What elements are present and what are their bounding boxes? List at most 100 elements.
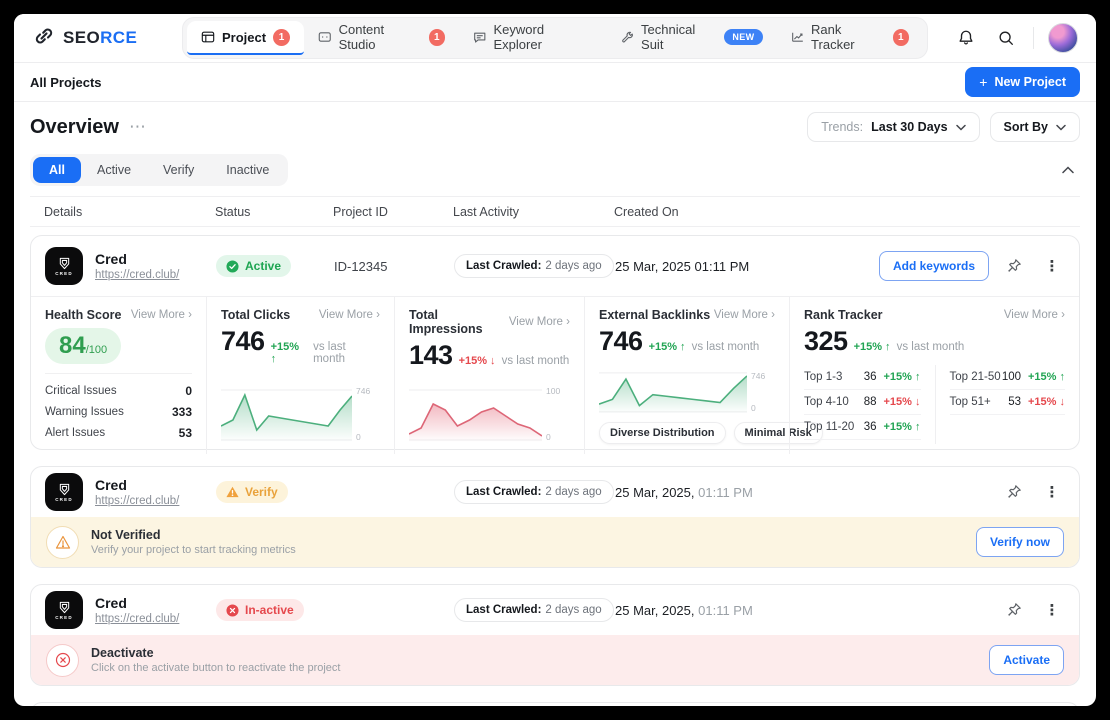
banner-subtitle: Click on the activate button to reactiva… (91, 662, 340, 674)
pin-icon[interactable] (1001, 597, 1027, 623)
project-card-verify: CRED Cred https://cred.club/ Verify Last… (30, 466, 1080, 568)
check-circle-icon (226, 260, 239, 273)
pin-icon[interactable] (1001, 253, 1027, 279)
project-name: Cred (95, 251, 179, 269)
table-header: Details Status Project ID Last Activity … (30, 196, 1080, 227)
banner-title: Deactivate (91, 646, 340, 660)
brand-logo[interactable]: SEORCE (32, 24, 182, 53)
project-name: Cred (95, 477, 179, 495)
rank-tracker-icon (791, 30, 805, 44)
sort-by-dropdown[interactable]: Sort By (990, 112, 1080, 142)
tag-diverse-distribution: Diverse Distribution (599, 422, 726, 444)
project-icon (201, 30, 215, 44)
view-more-link[interactable]: View More › (714, 309, 775, 321)
table-row: CRED Cred https://cred.club/ Verify Last… (31, 467, 1079, 517)
rank-breakdown-table: Top 1-336+15% ↑ Top 4-1088+15% ↓ Top 11-… (804, 365, 1065, 444)
tab-project[interactable]: Project 1 (187, 21, 304, 55)
x-circle-icon (226, 604, 239, 617)
metrics-row: Health Score View More › 84/100 Critical… (31, 296, 1079, 449)
rank-row: Top 21-50100+15% ↑ (950, 365, 1066, 390)
main-content: Overview ⋯ Trends: Last 30 Days Sort By … (14, 112, 1096, 706)
warning-triangle-icon (226, 486, 239, 498)
view-more-link[interactable]: View More › (509, 316, 570, 328)
status-filter-group: All Active Verify Inactive (30, 154, 288, 186)
tab-technical-suit[interactable]: Technical Suit NEW (607, 21, 777, 55)
breadcrumb[interactable]: All Projects (30, 75, 102, 90)
deactivate-banner: Deactivate Click on the activate button … (31, 635, 1079, 685)
add-keywords-button[interactable]: Add keywords (879, 251, 989, 281)
plus-icon: + (979, 74, 987, 90)
created-on: 25 Mar, 2025, 01:11 PM (615, 485, 1001, 500)
project-url-link[interactable]: https://cred.club/ (95, 269, 179, 281)
content-studio-count-badge: 1 (429, 29, 445, 46)
trends-dropdown[interactable]: Trends: Last 30 Days (807, 112, 979, 142)
kebab-menu-icon[interactable]: ⋮ (1039, 479, 1065, 505)
content-studio-icon (318, 30, 332, 44)
avatar[interactable] (1048, 23, 1078, 53)
subheader: All Projects + New Project (14, 63, 1096, 102)
banner-title: Not Verified (91, 528, 296, 542)
last-crawled-pill: Last Crawled:2 days ago (454, 598, 614, 622)
status-badge-verify: Verify (216, 481, 288, 503)
chevron-up-icon[interactable] (1056, 158, 1080, 182)
col-details: Details (44, 205, 215, 219)
view-more-link[interactable]: View More › (1004, 309, 1065, 321)
health-score-card: Health Score View More › 84/100 Critical… (31, 297, 206, 454)
issue-row: Alert Issues53 (45, 423, 192, 444)
search-icon[interactable] (993, 25, 1019, 51)
tab-keyword-explorer[interactable]: Keyword Explorer (459, 21, 607, 55)
not-verified-banner: Not Verified Verify your project to star… (31, 517, 1079, 567)
overflow-menu-icon[interactable]: ⋯ (129, 117, 148, 137)
col-last-activity: Last Activity (453, 205, 614, 219)
technical-suit-icon (621, 30, 634, 44)
created-on: 25 Mar, 2025 01:11 PM (615, 259, 879, 274)
view-more-link[interactable]: View More › (319, 309, 380, 321)
project-url-link[interactable]: https://cred.club/ (95, 495, 179, 507)
backlinks-sparkline: 7460 (599, 365, 775, 415)
kebab-menu-icon[interactable]: ⋮ (1039, 253, 1065, 279)
chevron-down-icon (956, 124, 966, 131)
app-window: SEORCE Project 1 Content Studio 1 Keywor… (14, 14, 1096, 706)
filter-all[interactable]: All (33, 157, 81, 183)
col-project-id: Project ID (333, 205, 453, 219)
rank-row: Top 4-1088+15% ↓ (804, 390, 921, 415)
x-circle-icon (46, 644, 79, 677)
view-more-link[interactable]: View More › (131, 309, 192, 321)
pin-icon[interactable] (1001, 479, 1027, 505)
project-count-badge: 1 (273, 29, 290, 46)
warning-triangle-icon (46, 526, 79, 559)
banner-subtitle: Verify your project to start tracking me… (91, 544, 296, 556)
impressions-sparkline: 1000 (409, 380, 570, 444)
project-id: ID-12345 (334, 259, 454, 274)
cred-logo: CRED (45, 247, 83, 285)
notification-bell-icon[interactable] (953, 25, 979, 51)
cred-logo: CRED (45, 473, 83, 511)
project-url-link[interactable]: https://cred.club/ (95, 613, 179, 625)
tab-rank-tracker[interactable]: Rank Tracker 1 (777, 21, 923, 55)
table-row: CRED Cred https://cred.club/ (31, 703, 1079, 706)
filter-verify[interactable]: Verify (147, 157, 210, 183)
activate-button[interactable]: Activate (989, 645, 1064, 675)
keyword-explorer-icon (473, 30, 487, 44)
rank-row: Top 1-336+15% ↑ (804, 365, 921, 390)
col-status: Status (215, 205, 333, 219)
total-clicks-card: Total Clicks View More › 746 +15% ↑ vs l… (206, 297, 394, 454)
verify-now-button[interactable]: Verify now (976, 527, 1064, 557)
main-nav: Project 1 Content Studio 1 Keyword Explo… (182, 17, 928, 59)
project-card-inactive: CRED Cred https://cred.club/ In-active L… (30, 584, 1080, 686)
new-project-button[interactable]: + New Project (965, 67, 1080, 97)
kebab-menu-icon[interactable]: ⋮ (1039, 597, 1065, 623)
col-created-on: Created On (614, 205, 1066, 219)
issue-row: Critical Issues0 (45, 381, 192, 402)
status-badge-inactive: In-active (216, 599, 304, 621)
cred-logo: CRED (45, 591, 83, 629)
health-score-value: 84/100 (45, 328, 121, 364)
divider (1033, 27, 1034, 49)
filter-inactive[interactable]: Inactive (210, 157, 285, 183)
topbar-actions (928, 23, 1078, 53)
issue-row: Warning Issues333 (45, 402, 192, 423)
rank-row: Top 11-2036+15% ↑ (804, 415, 921, 440)
last-crawled-pill: Last Crawled:2 days ago (454, 480, 614, 504)
tab-content-studio[interactable]: Content Studio 1 (304, 21, 459, 55)
filter-active[interactable]: Active (81, 157, 147, 183)
